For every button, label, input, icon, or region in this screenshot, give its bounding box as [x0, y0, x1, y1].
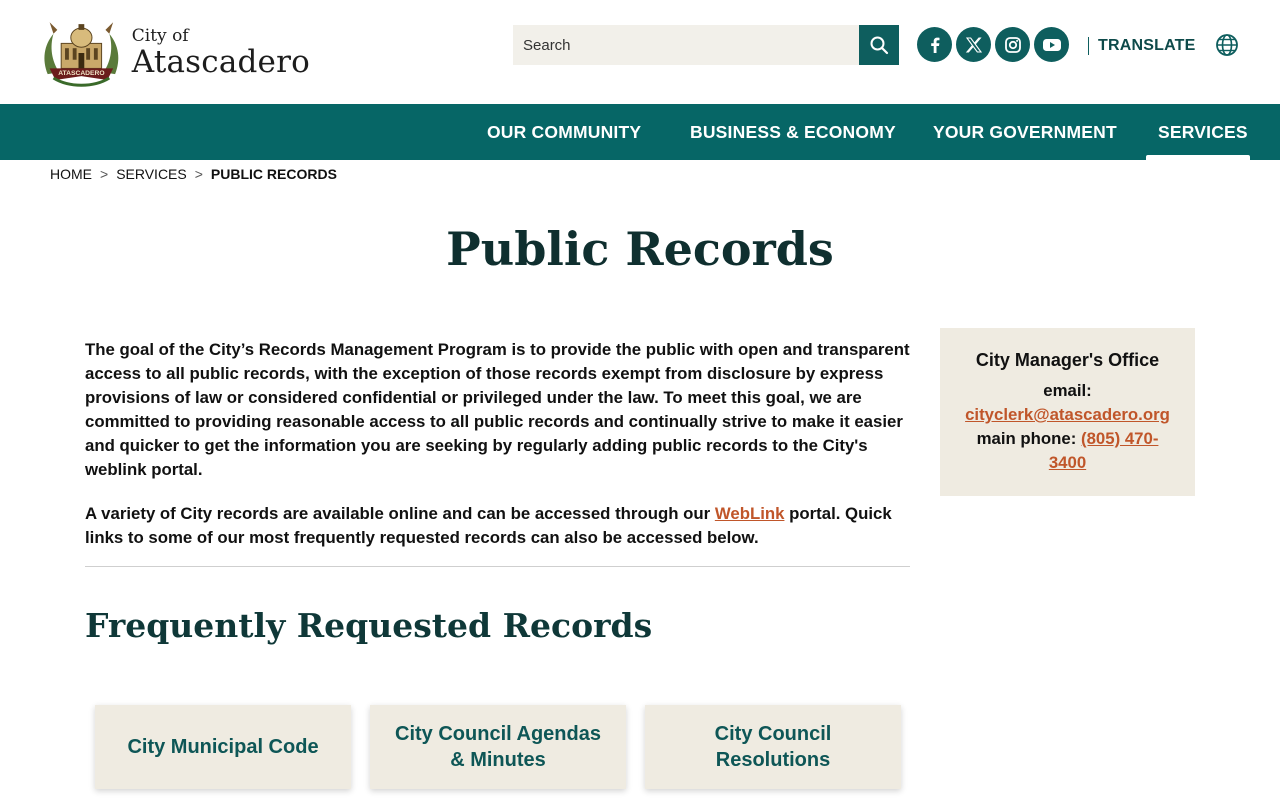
- email-label: email:: [1043, 381, 1092, 400]
- search-icon: [870, 36, 889, 55]
- city-logo[interactable]: ATASCADERO City of Atascadero: [40, 14, 310, 92]
- facebook-icon: [930, 37, 939, 53]
- breadcrumb-separator: >: [100, 166, 109, 182]
- breadcrumb-services[interactable]: SERVICES: [116, 166, 187, 182]
- instagram-icon: [1004, 36, 1021, 53]
- instagram-link[interactable]: [995, 27, 1030, 62]
- main-content: The goal of the City’s Records Managemen…: [85, 338, 910, 550]
- svg-text:ATASCADERO: ATASCADERO: [58, 70, 104, 77]
- facebook-link[interactable]: [917, 27, 952, 62]
- breadcrumb: HOME > SERVICES > PUBLIC RECORDS: [50, 166, 337, 182]
- content-divider: [85, 566, 910, 567]
- x-icon: [965, 36, 982, 53]
- breadcrumb-home[interactable]: HOME: [50, 166, 92, 182]
- email-link[interactable]: cityclerk@atascadero.org: [965, 405, 1170, 424]
- nav-your-government[interactable]: YOUR GOVERNMENT: [933, 104, 1117, 160]
- social-links: [917, 27, 1069, 62]
- card-municipal-code[interactable]: City Municipal Code: [95, 705, 351, 789]
- site-header: ATASCADERO City of Atascadero Search TRA…: [0, 0, 1280, 104]
- nav-services[interactable]: SERVICES: [1158, 104, 1248, 160]
- weblink-paragraph: A variety of City records are available …: [85, 502, 910, 550]
- search-bar: [513, 25, 899, 65]
- sidebar-title: City Manager's Office: [975, 350, 1160, 370]
- translate-button[interactable]: TRANSLATE: [1088, 37, 1196, 55]
- nav-business-economy[interactable]: BUSINESS & ECONOMY: [690, 104, 896, 160]
- contact-sidebar: City Manager's Office email: cityclerk@a…: [940, 328, 1195, 496]
- search-button[interactable]: [859, 25, 899, 65]
- quick-links: City Municipal Code City Council Agendas…: [95, 705, 901, 789]
- main-nav: OUR COMMUNITY BUSINESS & ECONOMY YOUR GO…: [0, 104, 1280, 160]
- card-resolutions[interactable]: City Council Resolutions: [645, 705, 901, 789]
- globe-icon[interactable]: [1215, 33, 1239, 57]
- card-agendas-minutes[interactable]: City Council Agendas & Minutes: [370, 705, 626, 789]
- logo-line1: City of: [131, 26, 189, 46]
- intro-paragraph: The goal of the City’s Records Managemen…: [85, 340, 910, 479]
- breadcrumb-current: PUBLIC RECORDS: [210, 166, 337, 182]
- youtube-icon: [1042, 38, 1061, 51]
- page-title: Public Records: [446, 222, 834, 276]
- youtube-link[interactable]: [1034, 27, 1069, 62]
- nav-our-community[interactable]: OUR COMMUNITY: [487, 104, 641, 160]
- weblink-text-before: A variety of City records are available …: [85, 504, 715, 523]
- phone-line: main phone: (805) 470-3400: [968, 427, 1168, 475]
- weblink-link[interactable]: WebLink: [715, 504, 785, 523]
- x-link[interactable]: [956, 27, 991, 62]
- nav-active-indicator: [1146, 155, 1250, 160]
- logo-wordmark: City of Atascadero: [132, 28, 310, 78]
- city-seal-icon: ATASCADERO: [44, 22, 119, 87]
- breadcrumb-separator: >: [194, 166, 203, 182]
- section-title: Frequently Requested Records: [85, 606, 653, 645]
- logo-line2: Atascadero: [131, 44, 310, 80]
- search-input[interactable]: [513, 25, 859, 65]
- phone-label: main phone:: [976, 429, 1081, 448]
